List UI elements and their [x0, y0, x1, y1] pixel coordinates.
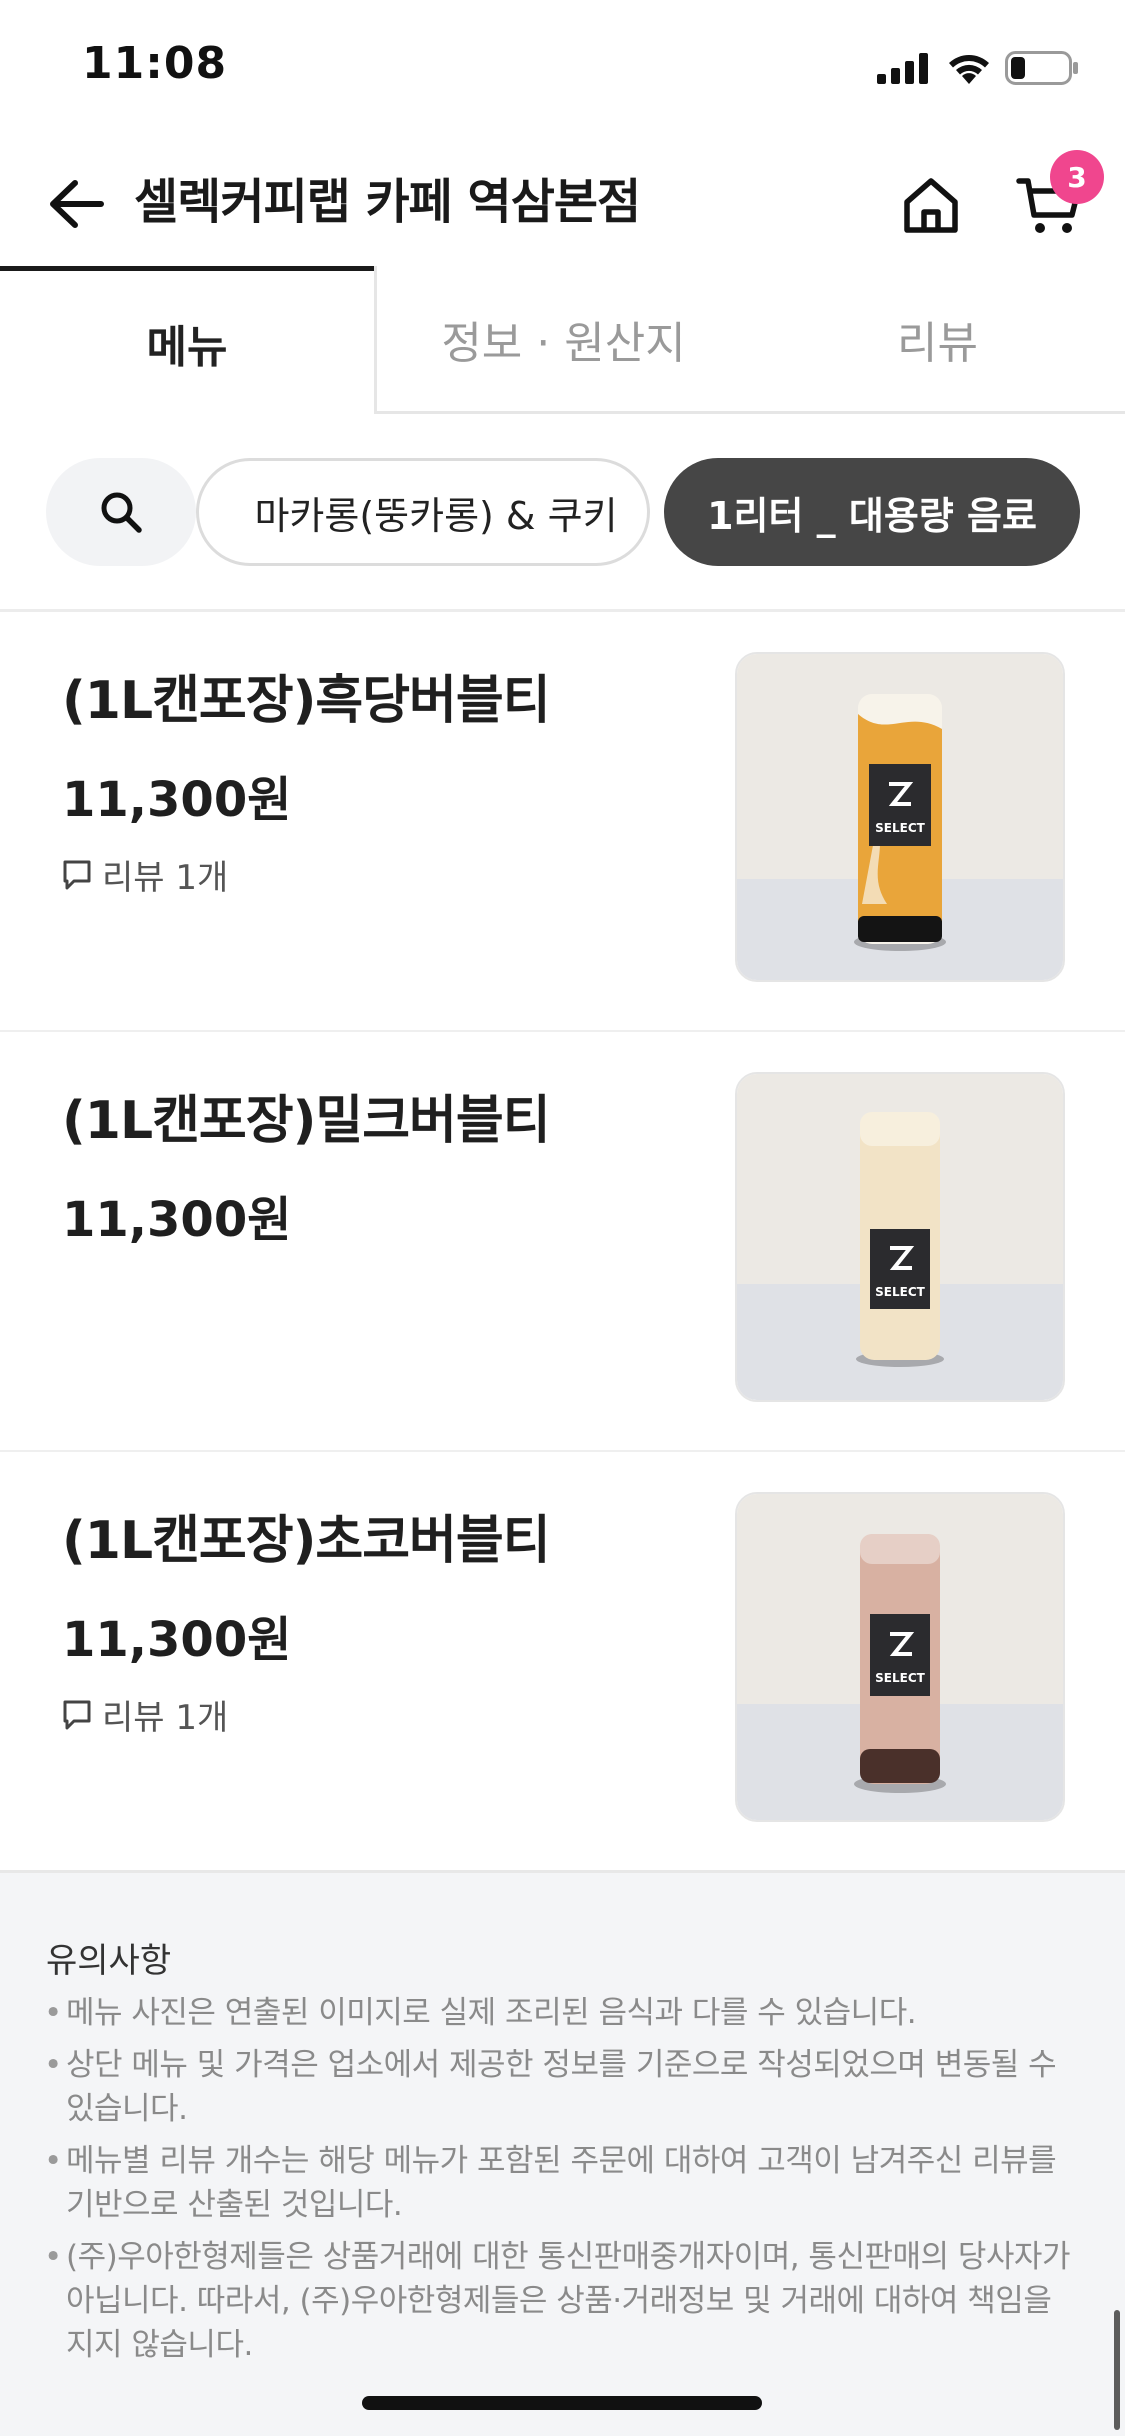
menu-item[interactable]: (1L캔포장)밀크버블티 11,300원 SELECT [0, 1032, 1125, 1452]
status-time: 11:08 [82, 38, 228, 89]
category-chips: 마카롱(뚱카롱) & 쿠키 1리터 _ 대용량 음료 [0, 458, 1125, 568]
notice-section: 유의사항 메뉴 사진은 연출된 이미지로 실제 조리된 음식과 다를 수 있습니… [0, 1870, 1125, 2436]
menu-item-photo: SELECT [735, 1492, 1065, 1822]
menu-item-price: 11,300원 [62, 1192, 292, 1248]
scroll-indicator[interactable] [1114, 2310, 1120, 2430]
notice-item: 상단 메뉴 및 가격은 업소에서 제공한 정보를 기준으로 작성되었으며 변동될… [44, 2043, 1084, 2131]
menu-item-review-count: 리뷰 1개 [62, 850, 228, 899]
svg-text:SELECT: SELECT [875, 821, 925, 835]
menu-item-photo: SELECT [735, 652, 1065, 982]
cellular-signal-icon [877, 53, 928, 84]
home-icon [904, 178, 958, 233]
bubble-tea-can-photo: SELECT [737, 654, 1063, 980]
store-title: 셀렉커피랩 카페 역삼본점 [134, 174, 641, 230]
svg-text:SELECT: SELECT [875, 1285, 925, 1299]
back-button[interactable] [40, 168, 112, 240]
notice-item: 메뉴별 리뷰 개수는 해당 메뉴가 포함된 주문에 대하여 고객이 남겨주신 리… [44, 2139, 1084, 2227]
tab-review[interactable]: 리뷰 [750, 266, 1125, 414]
tab-info-origin[interactable]: 정보 · 원산지 [374, 266, 750, 414]
home-button[interactable] [893, 168, 969, 244]
notice-item: (주)우아한형제들은 상품거래에 대한 통신판매중개자이며, 통신판매의 당사자… [44, 2235, 1084, 2367]
menu-item-price: 11,300원 [62, 772, 292, 828]
menu-item-name: (1L캔포장)흑당버블티 [62, 671, 551, 731]
menu-item-review-label: 리뷰 1개 [102, 858, 229, 898]
search-icon [101, 492, 142, 533]
notice-title: 유의사항 [46, 1941, 172, 1981]
svg-text:SELECT: SELECT [875, 1671, 925, 1685]
cart-count-badge[interactable]: 3 [1050, 150, 1104, 204]
comment-icon [63, 860, 91, 889]
notice-item: 메뉴 사진은 연출된 이미지로 실제 조리된 음식과 다를 수 있습니다. [44, 1991, 1084, 2035]
menu-item[interactable]: (1L캔포장)흑당버블티 11,300원 리뷰 1개 SELECT [0, 612, 1125, 1032]
category-chip-macaron-cookie[interactable]: 마카롱(뚱카롱) & 쿠키 [196, 458, 650, 566]
status-icons [877, 50, 1079, 86]
category-chip-1-liter-drinks[interactable]: 1리터 _ 대용량 음료 [664, 458, 1080, 566]
battery-icon [1005, 51, 1078, 85]
menu-item[interactable]: (1L캔포장)초코버블티 11,300원 리뷰 1개 SELECT [0, 1452, 1125, 1872]
bubble-tea-can-photo: SELECT [737, 1494, 1063, 1820]
comment-icon [63, 1700, 91, 1729]
menu-item-review-label: 리뷰 1개 [102, 1698, 229, 1738]
tab-menu[interactable]: 메뉴 [0, 266, 374, 414]
home-indicator[interactable] [362, 2396, 762, 2410]
menu-item-review-count: 리뷰 1개 [62, 1690, 228, 1739]
menu-search-button[interactable] [46, 458, 196, 566]
menu-item-photo: SELECT [735, 1072, 1065, 1402]
menu-item-name: (1L캔포장)밀크버블티 [62, 1091, 551, 1151]
status-bar: 11:08 [0, 0, 1125, 140]
store-tabs: 메뉴 정보 · 원산지 리뷰 [0, 266, 1125, 414]
bubble-tea-can-photo: SELECT [737, 1074, 1063, 1400]
back-arrow-icon [50, 180, 104, 228]
wifi-icon [949, 55, 989, 84]
store-header: 셀렉커피랩 카페 역삼본점 [0, 140, 1125, 268]
menu-item-name: (1L캔포장)초코버블티 [62, 1511, 551, 1571]
notice-list: 메뉴 사진은 연출된 이미지로 실제 조리된 음식과 다를 수 있습니다. 상단… [44, 1991, 1084, 2375]
menu-item-price: 11,300원 [62, 1612, 292, 1668]
